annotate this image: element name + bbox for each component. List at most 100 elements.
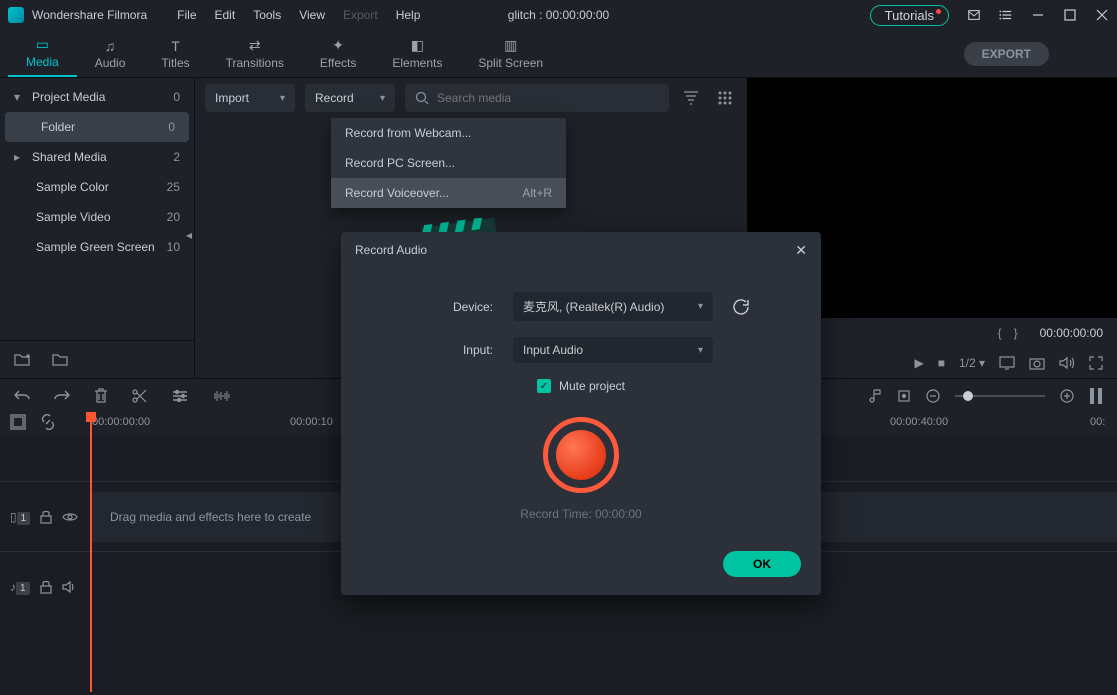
marker-icon[interactable] xyxy=(897,389,911,403)
mute-icon[interactable] xyxy=(62,581,76,593)
menu-help[interactable]: Help xyxy=(396,8,421,22)
list-icon[interactable] xyxy=(999,8,1013,22)
tab-media[interactable]: ▭Media xyxy=(8,30,77,77)
ruler-tick: 00:00:10 xyxy=(290,416,333,428)
record-dropdown[interactable]: Record▾ xyxy=(305,84,395,112)
minimize-button[interactable] xyxy=(1031,8,1045,22)
playhead[interactable] xyxy=(90,412,92,692)
split-icon: ▥ xyxy=(504,37,517,54)
menu-item-label: Record Voiceover... xyxy=(345,186,449,200)
tab-audio[interactable]: ♫ Audio xyxy=(77,30,144,77)
play-button[interactable]: ▶ xyxy=(914,356,923,370)
music-icon: ♫ xyxy=(105,38,116,54)
titlebar: Wondershare Filmora File Edit Tools View… xyxy=(0,0,1117,30)
sidebar-item-sample-green[interactable]: Sample Green Screen10 xyxy=(0,232,194,262)
export-button[interactable]: EXPORT xyxy=(964,42,1049,66)
volume-icon[interactable] xyxy=(1059,356,1075,370)
add-folder-plus-icon[interactable] xyxy=(14,352,32,368)
fit-timeline-icon[interactable] xyxy=(1089,387,1103,405)
menu-item-label: Record PC Screen... xyxy=(345,156,455,170)
track-manage-icon[interactable] xyxy=(10,414,26,430)
zoom-out-icon[interactable] xyxy=(925,388,941,404)
sidebar-item-count: 2 xyxy=(173,150,180,164)
dialog-close-button[interactable]: ✕ xyxy=(795,242,807,259)
chevron-right-icon: ▸ xyxy=(14,150,26,164)
sidebar-item-folder[interactable]: Folder0 xyxy=(5,112,189,142)
menu-file[interactable]: File xyxy=(177,8,196,22)
sidebar-item-count: 0 xyxy=(168,120,175,134)
tab-titles[interactable]: TTitles xyxy=(143,30,207,77)
device-label: Device: xyxy=(413,300,493,314)
delete-icon[interactable] xyxy=(94,388,108,404)
undo-icon[interactable] xyxy=(14,389,30,403)
sidebar-item-label: Shared Media xyxy=(32,150,107,164)
zoom-ratio[interactable]: 1/2 ▾ xyxy=(959,356,985,370)
tab-effects[interactable]: ✦Effects xyxy=(302,30,374,77)
adjust-icon[interactable] xyxy=(172,389,188,403)
sidebar-item-count: 20 xyxy=(167,210,180,224)
envelope-icon[interactable] xyxy=(967,8,981,22)
tab-audio-label: Audio xyxy=(95,56,126,70)
search-icon xyxy=(415,91,429,105)
music-marker-icon[interactable] xyxy=(869,388,883,404)
sidebar-item-project-media[interactable]: ▾Project Media0 xyxy=(0,82,194,112)
text-icon: T xyxy=(171,38,180,54)
lock-icon[interactable] xyxy=(40,510,52,524)
tab-transitions[interactable]: ⇄Transitions xyxy=(208,30,302,77)
record-time: Record Time: 00:00:00 xyxy=(520,507,641,521)
import-dropdown[interactable]: Import▾ xyxy=(205,84,295,112)
zoom-ratio-label: 1/2 xyxy=(959,356,976,370)
dialog-titlebar: Record Audio ✕ xyxy=(341,232,821,268)
camera-icon[interactable] xyxy=(1029,356,1045,370)
sidebar-item-sample-video[interactable]: Sample Video20 xyxy=(0,202,194,232)
filter-icon[interactable] xyxy=(679,86,703,110)
refresh-button[interactable] xyxy=(733,299,749,315)
video-track-badge: ▯1 xyxy=(10,510,30,524)
lock-icon[interactable] xyxy=(40,580,52,594)
tab-transitions-label: Transitions xyxy=(226,56,284,70)
sidebar-item-shared-media[interactable]: ▸ Shared Media 2 xyxy=(0,142,194,172)
tab-split-screen[interactable]: ▥Split Screen xyxy=(460,30,561,77)
menu-view[interactable]: View xyxy=(299,8,325,22)
close-button[interactable] xyxy=(1095,8,1109,22)
grid-view-icon[interactable] xyxy=(713,86,737,110)
app-name: Wondershare Filmora xyxy=(32,8,147,22)
tab-elements[interactable]: ◧Elements xyxy=(374,30,460,77)
input-value: Input Audio xyxy=(523,343,583,357)
record-menu-webcam[interactable]: Record from Webcam... xyxy=(331,118,566,148)
brace-left: { xyxy=(998,326,1002,340)
input-select[interactable]: Input Audio▾ xyxy=(513,337,713,363)
mute-project-checkbox[interactable]: ✓ Mute project xyxy=(537,379,625,393)
menu-export: Export xyxy=(343,8,378,22)
ok-button[interactable]: OK xyxy=(723,551,801,577)
sidebar-item-sample-color[interactable]: Sample Color25 xyxy=(0,172,194,202)
record-button-inner xyxy=(556,430,606,480)
record-menu-voiceover[interactable]: Record Voiceover...Alt+R xyxy=(331,178,566,208)
split-icon[interactable] xyxy=(132,388,148,404)
zoom-in-icon[interactable] xyxy=(1059,388,1075,404)
stop-button[interactable]: ■ xyxy=(938,356,945,370)
record-menu-pc-screen[interactable]: Record PC Screen... xyxy=(331,148,566,178)
menubar: File Edit Tools View Export Help xyxy=(177,8,420,22)
sidebar-item-label: Project Media xyxy=(32,90,105,104)
fullscreen-icon[interactable] xyxy=(1089,356,1103,370)
record-button[interactable] xyxy=(543,417,619,493)
search-box[interactable] xyxy=(405,84,669,112)
tutorials-button[interactable]: Tutorials xyxy=(870,5,949,26)
link-icon[interactable] xyxy=(40,414,56,430)
add-folder-icon[interactable] xyxy=(52,352,70,368)
search-input[interactable] xyxy=(437,91,659,105)
shapes-icon: ◧ xyxy=(411,37,424,54)
device-select[interactable]: 麦克风, (Realtek(R) Audio)▾ xyxy=(513,292,713,321)
menu-tools[interactable]: Tools xyxy=(253,8,281,22)
waveform-icon[interactable] xyxy=(212,389,230,403)
audio-track-head: ♪1 xyxy=(0,580,90,594)
menu-edit[interactable]: Edit xyxy=(215,8,236,22)
redo-icon[interactable] xyxy=(54,389,70,403)
zoom-slider[interactable] xyxy=(955,395,1045,397)
display-icon[interactable] xyxy=(999,356,1015,370)
eye-icon[interactable] xyxy=(62,511,78,523)
maximize-button[interactable] xyxy=(1063,8,1077,22)
chevron-down-icon: ▾ xyxy=(14,90,26,104)
media-toolbar: Import▾ Record▾ xyxy=(195,78,747,118)
